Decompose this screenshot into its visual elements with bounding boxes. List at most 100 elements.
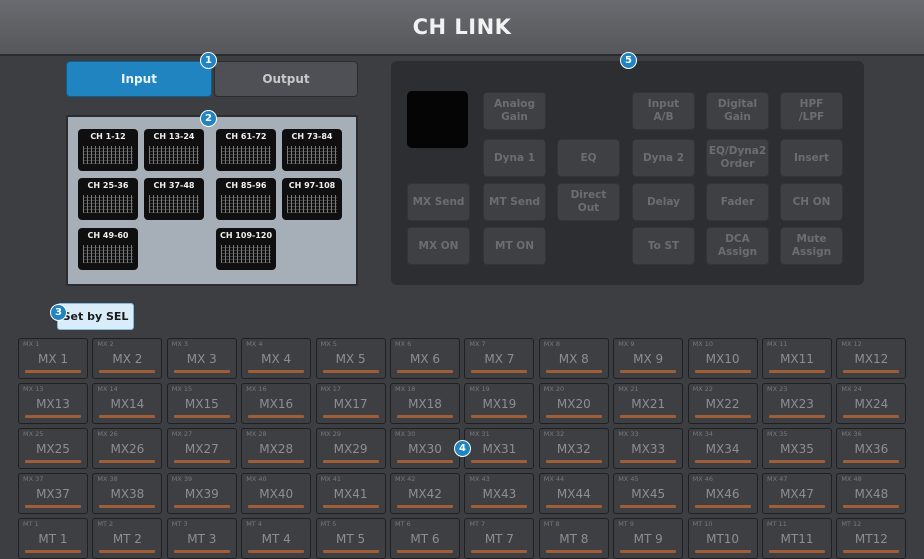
bus-button[interactable]: MT 9 MT 9 xyxy=(613,518,684,559)
bus-label: MX33 xyxy=(631,442,666,456)
bus-button[interactable]: MX 40 MX40 xyxy=(241,473,312,514)
ch-block[interactable]: CH 13-24 xyxy=(144,129,204,171)
bus-button[interactable]: MX 23 MX23 xyxy=(762,383,832,424)
link-param-button[interactable]: MX ON xyxy=(407,227,470,265)
link-param-button[interactable]: Fader xyxy=(706,183,769,221)
bus-button[interactable]: MX 20 MX20 xyxy=(538,383,609,424)
link-param-button[interactable]: Input A/B xyxy=(632,92,695,130)
bus-button[interactable]: MX 1 MX 1 xyxy=(18,338,88,379)
bus-button[interactable]: MX 6 MX 6 xyxy=(390,338,460,379)
bus-button[interactable]: MX 36 MX36 xyxy=(836,428,907,469)
link-param-button[interactable]: DCA Assign xyxy=(706,227,769,265)
bus-label: MX23 xyxy=(780,397,814,411)
tab-input[interactable]: Input xyxy=(66,61,212,97)
link-param-button[interactable]: Insert xyxy=(780,139,843,177)
link-param-button[interactable]: EQ/Dyna2 Order xyxy=(706,139,769,177)
bus-button[interactable]: MX 17 MX17 xyxy=(315,383,386,424)
bus-button[interactable]: MT 10 MT10 xyxy=(687,518,758,559)
bus-button[interactable]: MX 37 MX37 xyxy=(18,473,88,514)
link-param-button[interactable]: Direct Out xyxy=(557,183,620,221)
bus-button[interactable]: MX 11 MX11 xyxy=(762,338,832,379)
bus-button[interactable]: MX 29 MX29 xyxy=(315,428,386,469)
ch-block[interactable]: CH 37-48 xyxy=(144,178,204,220)
ch-block[interactable]: CH 1-12 xyxy=(78,129,138,171)
bus-button[interactable]: MX 45 MX45 xyxy=(613,473,684,514)
bus-button[interactable]: MX 9 MX 9 xyxy=(613,338,684,379)
bus-button[interactable]: MT 11 MT11 xyxy=(762,518,832,559)
bus-button[interactable]: MX 32 MX32 xyxy=(538,428,609,469)
bus-button[interactable]: MX 47 MX47 xyxy=(762,473,832,514)
bus-button[interactable]: MT 7 MT 7 xyxy=(464,518,535,559)
bus-button[interactable]: MT 2 MT 2 xyxy=(92,518,163,559)
ch-block[interactable]: CH 49-60 xyxy=(78,228,138,270)
bus-button[interactable]: MX 25 MX25 xyxy=(18,428,88,469)
link-param-button[interactable]: To ST xyxy=(632,227,695,265)
bus-button[interactable]: MT 8 MT 8 xyxy=(538,518,609,559)
bus-button[interactable]: MX 31 MX31 xyxy=(464,428,535,469)
bus-button[interactable]: MX 38 MX38 xyxy=(92,473,163,514)
link-param-button[interactable]: Mute Assign xyxy=(780,227,843,265)
bus-button[interactable]: MX 2 MX 2 xyxy=(92,338,163,379)
ch-block[interactable]: CH 25-36 xyxy=(78,178,138,220)
bus-indicator-bar xyxy=(843,370,900,373)
link-param-button[interactable]: Dyna 2 xyxy=(632,139,695,177)
bus-button[interactable]: MX 12 MX12 xyxy=(836,338,907,379)
bus-button[interactable]: MX 5 MX 5 xyxy=(315,338,386,379)
bus-button[interactable]: MT 5 MT 5 xyxy=(315,518,386,559)
bus-button[interactable]: MX 14 MX14 xyxy=(92,383,163,424)
link-param-button[interactable]: EQ xyxy=(557,139,620,177)
bus-button[interactable]: MT 6 MT 6 xyxy=(390,518,460,559)
ch-block[interactable]: CH 85-96 xyxy=(216,178,276,220)
link-param-button[interactable]: HPF /LPF xyxy=(780,92,843,130)
link-param-button[interactable]: MT ON xyxy=(483,227,546,265)
bus-button[interactable]: MX 3 MX 3 xyxy=(166,338,237,379)
bus-button[interactable]: MX 16 MX16 xyxy=(241,383,312,424)
bus-button[interactable]: MX 8 MX 8 xyxy=(538,338,609,379)
bus-button[interactable]: MX 44 MX44 xyxy=(538,473,609,514)
link-param-button[interactable]: Digital Gain xyxy=(706,92,769,130)
fader-strip-icon xyxy=(221,245,271,263)
fader-strip-icon xyxy=(221,146,271,164)
bus-button[interactable]: MX 28 MX28 xyxy=(241,428,312,469)
link-param-button[interactable]: Analog Gain xyxy=(483,92,546,130)
link-param-button[interactable]: MT Send xyxy=(483,183,546,221)
bus-button[interactable]: MX 41 MX41 xyxy=(315,473,386,514)
bus-button[interactable]: MT 1 MT 1 xyxy=(18,518,88,559)
bus-button[interactable]: MX 4 MX 4 xyxy=(241,338,312,379)
bus-button[interactable]: MX 22 MX22 xyxy=(687,383,758,424)
bus-button[interactable]: MX 43 MX43 xyxy=(464,473,535,514)
bus-button[interactable]: MX 13 MX13 xyxy=(18,383,88,424)
bus-button[interactable]: MT 3 MT 3 xyxy=(166,518,237,559)
bus-button[interactable]: MX 26 MX26 xyxy=(92,428,163,469)
ch-block[interactable]: CH 97-108 xyxy=(282,178,342,220)
link-param-button[interactable]: CH ON xyxy=(780,183,843,221)
tab-output[interactable]: Output xyxy=(214,61,358,97)
bus-button[interactable]: MX 35 MX35 xyxy=(762,428,832,469)
set-by-sel-button[interactable]: Set by SEL xyxy=(57,303,134,330)
bus-button[interactable]: MX 21 MX21 xyxy=(613,383,684,424)
bus-label: MX27 xyxy=(184,442,219,456)
bus-button[interactable]: MX 39 MX39 xyxy=(166,473,237,514)
bus-button[interactable]: MT 4 MT 4 xyxy=(241,518,312,559)
bus-button[interactable]: MX 19 MX19 xyxy=(464,383,535,424)
bus-button[interactable]: MX 48 MX48 xyxy=(836,473,907,514)
bus-button[interactable]: MX 15 MX15 xyxy=(166,383,237,424)
bus-button[interactable]: MX 27 MX27 xyxy=(166,428,237,469)
bus-button[interactable]: MX 30 MX30 xyxy=(390,428,460,469)
bus-small-label: MX 37 xyxy=(23,475,44,483)
ch-block[interactable]: CH 73-84 xyxy=(282,129,342,171)
link-param-button[interactable]: MX Send xyxy=(407,183,470,221)
ch-block[interactable]: CH 61-72 xyxy=(216,129,276,171)
ch-block[interactable]: CH 109-120 xyxy=(216,228,276,270)
link-param-button[interactable]: Delay xyxy=(632,183,695,221)
bus-button[interactable]: MX 46 MX46 xyxy=(687,473,758,514)
bus-button[interactable]: MX 10 MX10 xyxy=(687,338,758,379)
bus-button[interactable]: MX 34 MX34 xyxy=(687,428,758,469)
bus-button[interactable]: MX 7 MX 7 xyxy=(464,338,535,379)
bus-button[interactable]: MX 42 MX42 xyxy=(390,473,460,514)
bus-button[interactable]: MT 12 MT12 xyxy=(836,518,907,559)
link-param-button[interactable]: Dyna 1 xyxy=(483,139,546,177)
bus-button[interactable]: MX 24 MX24 xyxy=(836,383,907,424)
bus-button[interactable]: MX 18 MX18 xyxy=(390,383,460,424)
bus-button[interactable]: MX 33 MX33 xyxy=(613,428,684,469)
